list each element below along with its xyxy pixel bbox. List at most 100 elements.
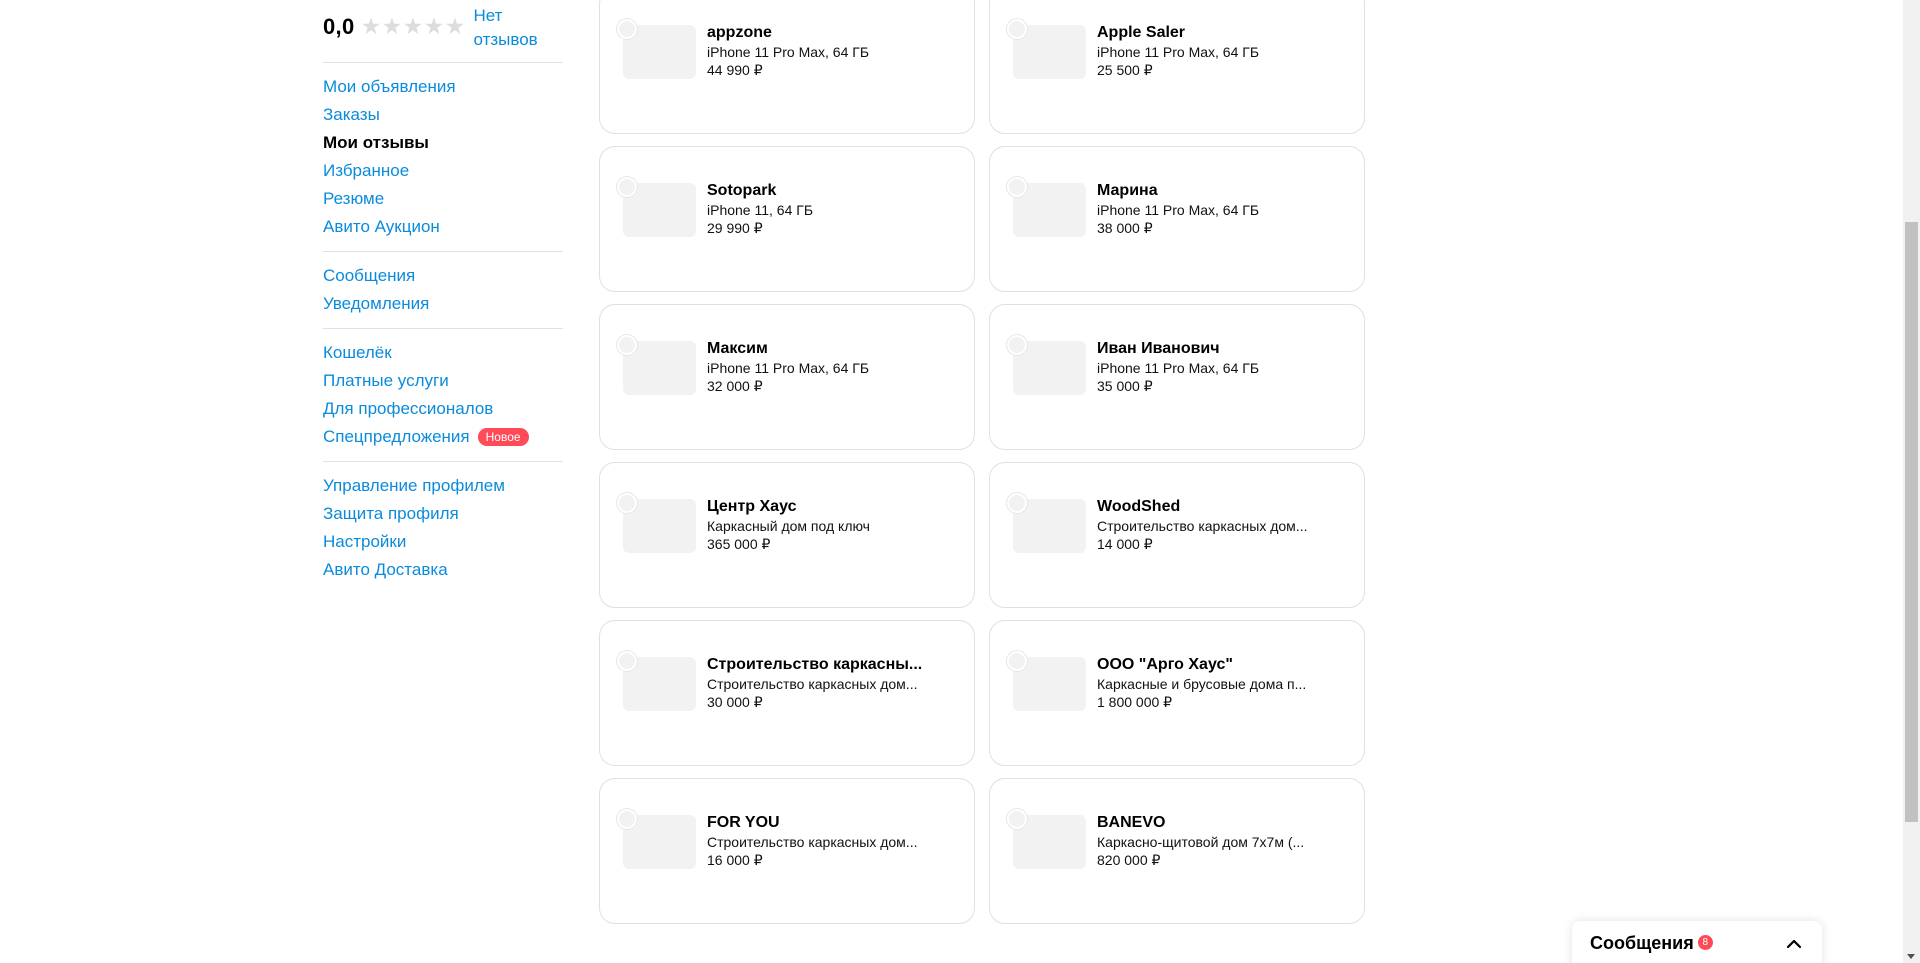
review-card[interactable]: WoodShed Строительство каркасных дом... …	[989, 462, 1365, 608]
item-price: 29 990 ₽	[707, 220, 763, 236]
messages-count-badge: 8	[1697, 935, 1713, 950]
review-card[interactable]: Центр Хаус Каркасный дом под ключ 365 00…	[599, 462, 975, 608]
sidebar-item-settings[interactable]: Настройки	[323, 528, 563, 556]
item-title: iPhone 11 Pro Max, 64 ГБ	[1097, 360, 1260, 376]
sidebar-item-messages[interactable]: Сообщения	[323, 262, 563, 290]
sidebar-item-paid-services[interactable]: Платные услуги	[323, 367, 563, 395]
seller-avatar[interactable]	[617, 335, 637, 355]
item-title: iPhone 11 Pro Max, 64 ГБ	[707, 360, 870, 376]
item-price: 30 000 ₽	[707, 694, 763, 710]
seller-name[interactable]: Строительство каркасны...	[707, 655, 932, 675]
sidebar-item-my-ads[interactable]: Мои объявления	[323, 73, 563, 101]
item-price: 32 000 ₽	[707, 378, 763, 394]
review-card[interactable]: appzone iPhone 11 Pro Max, 64 ГБ 44 990 …	[599, 0, 975, 134]
seller-name[interactable]: Apple Saler	[1097, 23, 1322, 43]
sidebar-item-my-reviews[interactable]: Мои отзывы	[323, 129, 563, 157]
seller-avatar[interactable]	[1007, 19, 1027, 39]
seller-avatar[interactable]	[1007, 493, 1027, 513]
scrollbar-thumb[interactable]	[1905, 222, 1918, 822]
review-card[interactable]: FOR YOU Строительство каркасных дом... 1…	[599, 778, 975, 924]
review-card[interactable]: Строительство каркасны... Строительство …	[599, 620, 975, 766]
card-body: Марина iPhone 11 Pro Max, 64 ГБ 38 000 ₽	[1097, 181, 1322, 237]
card-body: appzone iPhone 11 Pro Max, 64 ГБ 44 990 …	[707, 23, 932, 79]
seller-avatar[interactable]	[617, 493, 637, 513]
sidebar-nav-group: Управление профилем Защита профиля Настрой…	[323, 462, 563, 594]
sidebar-item-special-offers[interactable]: Спецпредложения Новое	[323, 423, 563, 451]
sidebar-item-auction[interactable]: Авито Аукцион	[323, 213, 563, 241]
messages-widget[interactable]: Сообщения 8	[1572, 921, 1822, 963]
seller-name[interactable]: appzone	[707, 23, 932, 43]
star-icon: ★	[381, 13, 403, 39]
item-title: iPhone 11, 64 ГБ	[707, 202, 814, 218]
seller-avatar[interactable]	[617, 651, 637, 671]
sidebar-item-wallet[interactable]: Кошелёк	[323, 339, 563, 367]
sidebar-nav: Мои объявления Заказы Мои отзывы Избранное Р…	[323, 63, 563, 594]
review-card[interactable]: BANEVO Каркасно-щитовой дом 7х7м (... 82…	[989, 778, 1365, 924]
seller-name[interactable]: BANEVO	[1097, 813, 1322, 833]
card-body: WoodShed Строительство каркасных дом... …	[1097, 497, 1322, 553]
sidebar-item-label: Авито Доставка	[323, 560, 448, 579]
seller-avatar[interactable]	[1007, 809, 1027, 829]
seller-name[interactable]: Максим	[707, 339, 932, 359]
review-card[interactable]: Максим iPhone 11 Pro Max, 64 ГБ 32 000 ₽	[599, 304, 975, 450]
card-body: Apple Saler iPhone 11 Pro Max, 64 ГБ 25 …	[1097, 23, 1322, 79]
sidebar-item-resume[interactable]: Резюме	[323, 185, 563, 213]
item-price: 16 000 ₽	[707, 852, 763, 868]
review-card[interactable]: Марина iPhone 11 Pro Max, 64 ГБ 38 000 ₽	[989, 146, 1365, 292]
page-scrollbar[interactable]	[1903, 0, 1920, 963]
review-card[interactable]: Sotopark iPhone 11, 64 ГБ 29 990 ₽	[599, 146, 975, 292]
messages-widget-title: Сообщения	[1590, 933, 1694, 953]
item-title: Каркасно-щитовой дом 7х7м (...	[1097, 834, 1305, 850]
seller-avatar[interactable]	[1007, 177, 1027, 197]
sidebar-item-label: Настройки	[323, 532, 407, 551]
seller-avatar[interactable]	[1007, 335, 1027, 355]
card-body: Центр Хаус Каркасный дом под ключ 365 00…	[707, 497, 932, 553]
card-body: Иван Иванович iPhone 11 Pro Max, 64 ГБ 3…	[1097, 339, 1322, 395]
sidebar-item-profile-management[interactable]: Управление профилем	[323, 472, 563, 500]
seller-name[interactable]: FOR YOU	[707, 813, 932, 833]
seller-name[interactable]: Центр Хаус	[707, 497, 932, 517]
seller-avatar[interactable]	[1007, 651, 1027, 671]
sidebar-item-label: Авито Аукцион	[323, 217, 440, 236]
scroll-down-arrow-icon[interactable]	[1907, 954, 1915, 959]
card-body: ООО "Арго Хаус" Каркасные и брусовые дом…	[1097, 655, 1322, 711]
seller-avatar[interactable]	[617, 177, 637, 197]
sidebar-item-avito-delivery[interactable]: Авито Доставка	[323, 556, 563, 584]
review-card[interactable]: Иван Иванович iPhone 11 Pro Max, 64 ГБ 3…	[989, 304, 1365, 450]
seller-avatar[interactable]	[617, 809, 637, 829]
review-card[interactable]: Apple Saler iPhone 11 Pro Max, 64 ГБ 25 …	[989, 0, 1365, 134]
item-price: 820 000 ₽	[1097, 852, 1161, 868]
no-reviews-link[interactable]: Нет отзывов	[473, 4, 553, 52]
seller-name[interactable]: ООО "Арго Хаус"	[1097, 655, 1322, 675]
seller-name[interactable]: Марина	[1097, 181, 1322, 201]
sidebar-item-label: Избранное	[323, 161, 410, 180]
chevron-up-icon[interactable]	[1784, 934, 1804, 954]
item-title: Каркасный дом под ключ	[707, 518, 870, 534]
item-price: 38 000 ₽	[1097, 220, 1153, 236]
sidebar-item-orders[interactable]: Заказы	[323, 101, 563, 129]
sidebar-nav-group: Кошелёк Платные услуги Для профессионалов С…	[323, 329, 563, 462]
sidebar-item-label: Мои отзывы	[323, 133, 429, 152]
seller-name[interactable]: Иван Иванович	[1097, 339, 1322, 359]
item-title: Строительство каркасных дом...	[1097, 518, 1308, 534]
sidebar-item-label: Заказы	[323, 105, 380, 124]
seller-name[interactable]: WoodShed	[1097, 497, 1322, 517]
item-price: 14 000 ₽	[1097, 536, 1153, 552]
item-price: 1 800 000 ₽	[1097, 694, 1173, 710]
item-title: iPhone 11 Pro Max, 64 ГБ	[1097, 202, 1260, 218]
item-title: Каркасные и брусовые дома п...	[1097, 676, 1307, 692]
page: 0,0 ★ ★ ★ ★ ★ Нет отзывов Мои объявления Зака…	[0, 0, 1920, 963]
rating-summary: 0,0 ★ ★ ★ ★ ★ Нет отзывов	[323, 0, 563, 63]
item-title: Строительство каркасных дом...	[707, 834, 918, 850]
rating-value: 0,0	[323, 14, 355, 39]
sidebar-item-label: Спецпредложения	[323, 427, 470, 446]
seller-avatar[interactable]	[617, 19, 637, 39]
card-body: Максим iPhone 11 Pro Max, 64 ГБ 32 000 ₽	[707, 339, 932, 395]
card-body: BANEVO Каркасно-щитовой дом 7х7м (... 82…	[1097, 813, 1322, 869]
sidebar-item-for-professionals[interactable]: Для профессионалов	[323, 395, 563, 423]
seller-name[interactable]: Sotopark	[707, 181, 932, 201]
sidebar-item-favorites[interactable]: Избранное	[323, 157, 563, 185]
review-card[interactable]: ООО "Арго Хаус" Каркасные и брусовые дом…	[989, 620, 1365, 766]
sidebar-item-notifications[interactable]: Уведомления	[323, 290, 563, 318]
sidebar-item-profile-protection[interactable]: Защита профиля	[323, 500, 563, 528]
